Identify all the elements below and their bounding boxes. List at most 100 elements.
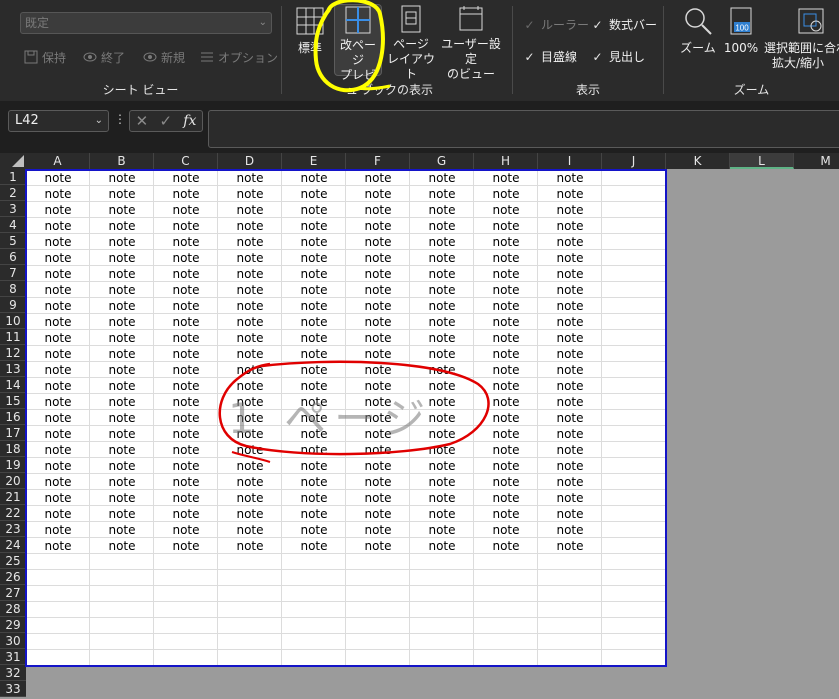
cell[interactable]: note xyxy=(282,490,346,506)
cell[interactable]: note xyxy=(154,506,218,522)
cell[interactable]: note xyxy=(346,218,410,234)
cell[interactable]: note xyxy=(346,378,410,394)
cell[interactable]: note xyxy=(282,298,346,314)
cell[interactable]: note xyxy=(154,490,218,506)
cell[interactable]: note xyxy=(26,378,90,394)
cell[interactable]: note xyxy=(26,218,90,234)
cell[interactable]: note xyxy=(410,298,474,314)
cell[interactable]: note xyxy=(90,426,154,442)
cell[interactable]: note xyxy=(90,266,154,282)
cell[interactable]: note xyxy=(282,330,346,346)
cell[interactable]: note xyxy=(538,506,602,522)
keep-button[interactable]: 保持 xyxy=(24,47,66,67)
cell[interactable]: note xyxy=(474,442,538,458)
cell[interactable]: note xyxy=(90,442,154,458)
cell[interactable]: note xyxy=(90,314,154,330)
cell[interactable]: note xyxy=(26,394,90,410)
cell[interactable]: note xyxy=(154,410,218,426)
row-header-31[interactable]: 31 xyxy=(0,649,26,665)
cell[interactable]: note xyxy=(90,378,154,394)
cell[interactable]: note xyxy=(346,170,410,186)
cell[interactable]: note xyxy=(154,458,218,474)
cell[interactable]: note xyxy=(154,186,218,202)
cell[interactable]: note xyxy=(26,506,90,522)
row-header-26[interactable]: 26 xyxy=(0,569,26,585)
cell[interactable]: note xyxy=(410,314,474,330)
cell[interactable]: note xyxy=(90,458,154,474)
row-header-11[interactable]: 11 xyxy=(0,329,26,345)
cell[interactable]: note xyxy=(218,362,282,378)
row-header-23[interactable]: 23 xyxy=(0,521,26,537)
cell[interactable]: note xyxy=(474,298,538,314)
column-header-i[interactable]: I xyxy=(538,153,602,169)
row-header-5[interactable]: 5 xyxy=(0,233,26,249)
cell[interactable]: note xyxy=(218,170,282,186)
cell[interactable]: note xyxy=(474,474,538,490)
cell[interactable]: note xyxy=(154,218,218,234)
row-header-4[interactable]: 4 xyxy=(0,217,26,233)
cell[interactable]: note xyxy=(474,458,538,474)
cell[interactable]: note xyxy=(410,186,474,202)
cell[interactable]: note xyxy=(538,362,602,378)
cell[interactable]: note xyxy=(218,442,282,458)
cancel-icon[interactable]: ✕ xyxy=(136,112,149,130)
row-header-9[interactable]: 9 xyxy=(0,297,26,313)
row-header-22[interactable]: 22 xyxy=(0,505,26,521)
cell[interactable]: note xyxy=(90,330,154,346)
cell[interactable]: note xyxy=(346,442,410,458)
gridlines-checkbox[interactable]: ✓ 目盛線 xyxy=(523,48,577,65)
cell[interactable]: note xyxy=(346,394,410,410)
cell[interactable]: note xyxy=(346,410,410,426)
column-header-h[interactable]: H xyxy=(474,153,538,169)
exit-button[interactable]: 終了 xyxy=(83,47,125,67)
cell[interactable]: note xyxy=(154,522,218,538)
cell[interactable]: note xyxy=(346,266,410,282)
cell[interactable]: note xyxy=(410,538,474,554)
cell[interactable]: note xyxy=(538,346,602,362)
cell[interactable]: note xyxy=(218,266,282,282)
cell[interactable]: note xyxy=(26,282,90,298)
cell[interactable]: note xyxy=(154,298,218,314)
cell[interactable]: note xyxy=(346,202,410,218)
cell[interactable]: note xyxy=(218,218,282,234)
cell[interactable]: note xyxy=(538,522,602,538)
cell[interactable]: note xyxy=(282,538,346,554)
formula-bar-checkbox[interactable]: ✓ 数式バー xyxy=(591,16,657,33)
row-header-32[interactable]: 32 xyxy=(0,665,26,681)
cell[interactable]: note xyxy=(538,218,602,234)
cell[interactable]: note xyxy=(474,522,538,538)
cell[interactable]: note xyxy=(282,218,346,234)
cell[interactable]: note xyxy=(90,506,154,522)
cell[interactable]: note xyxy=(218,330,282,346)
cell[interactable]: note xyxy=(282,346,346,362)
column-header-m[interactable]: M xyxy=(794,153,839,169)
cell[interactable]: note xyxy=(26,522,90,538)
cell[interactable]: note xyxy=(538,298,602,314)
cell[interactable]: note xyxy=(474,410,538,426)
formula-input[interactable] xyxy=(208,110,839,148)
cell[interactable]: note xyxy=(474,250,538,266)
cell[interactable]: note xyxy=(26,250,90,266)
cell[interactable]: note xyxy=(410,346,474,362)
row-header-21[interactable]: 21 xyxy=(0,489,26,505)
cell[interactable]: note xyxy=(26,314,90,330)
column-header-b[interactable]: B xyxy=(90,153,154,169)
cell[interactable]: note xyxy=(282,522,346,538)
row-header-33[interactable]: 33 xyxy=(0,681,26,697)
cell[interactable]: note xyxy=(218,314,282,330)
cell[interactable]: note xyxy=(90,202,154,218)
cell[interactable]: note xyxy=(474,362,538,378)
ruler-checkbox[interactable]: ✓ ルーラー xyxy=(523,16,589,33)
cell[interactable]: note xyxy=(346,186,410,202)
cell[interactable]: note xyxy=(282,282,346,298)
cell[interactable]: note xyxy=(218,426,282,442)
cell[interactable]: note xyxy=(538,170,602,186)
cell[interactable]: note xyxy=(154,234,218,250)
column-header-c[interactable]: C xyxy=(154,153,218,169)
cell[interactable]: note xyxy=(218,250,282,266)
cell[interactable]: note xyxy=(26,202,90,218)
cell[interactable]: note xyxy=(26,474,90,490)
cell[interactable]: note xyxy=(154,170,218,186)
cell[interactable]: note xyxy=(474,426,538,442)
cell[interactable]: note xyxy=(474,234,538,250)
